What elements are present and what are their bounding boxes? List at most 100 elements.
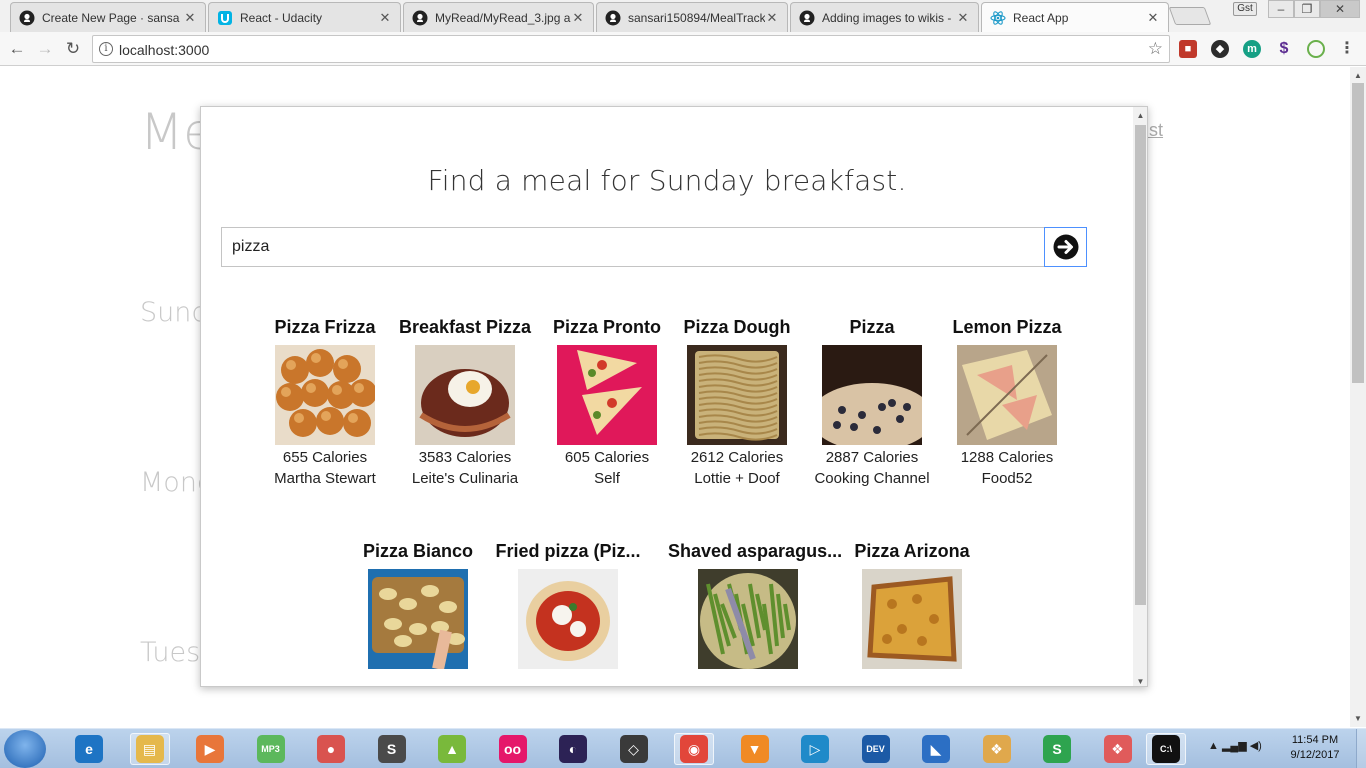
show-desktop-button[interactable] (1356, 729, 1366, 768)
meal-source: Food52 (981, 470, 1033, 487)
meal-source: Martha Stewart (274, 470, 376, 487)
meal-image[interactable] (518, 569, 618, 669)
page-scrollbar[interactable]: ▲ ▼ (1350, 67, 1366, 727)
mp3-app-icon[interactable]: MP3 (251, 733, 291, 765)
github-icon (19, 10, 35, 26)
browser-tab[interactable]: React App ✕ (981, 2, 1169, 32)
meal-name: Shaved asparagus... (668, 541, 843, 561)
video-app-icon[interactable]: ▷ (795, 733, 835, 765)
modal-scroll-down-icon[interactable]: ▼ (1133, 677, 1147, 686)
file-explorer-icon[interactable]: ▤ (129, 733, 170, 765)
scroll-down-icon[interactable]: ▼ (1350, 714, 1366, 723)
meal-result-card[interactable]: Shaved asparagus... (668, 539, 843, 671)
start-button[interactable] (4, 730, 46, 768)
meal-name: Pizza Bianco (362, 541, 474, 561)
close-tab-icon[interactable]: ✕ (183, 10, 197, 26)
clock-date: 9/12/2017 (1290, 749, 1340, 761)
extension-m-icon[interactable]: m (1243, 40, 1261, 58)
meal-result-card[interactable]: Fried pizza (Piz... (488, 539, 648, 671)
vlc-icon[interactable]: ▼ (735, 733, 775, 765)
search-results: Pizza Frizza 655 Calories Martha Stewart Br… (201, 107, 1133, 686)
browser-tab[interactable]: React - Udacity ✕ (208, 2, 401, 32)
close-tab-icon[interactable]: ✕ (956, 10, 970, 26)
extension-icon[interactable]: ■ (1179, 40, 1197, 58)
meal-image[interactable] (822, 345, 922, 445)
meal-name: Pizza Frizza (274, 317, 376, 337)
scroll-up-icon[interactable]: ▲ (1350, 71, 1366, 80)
android-studio-icon[interactable]: ▲ (432, 733, 472, 765)
reload-icon[interactable]: ↻ (62, 38, 84, 60)
visual-studio-icon[interactable]: ◣ (916, 733, 956, 765)
meal-result-card[interactable]: Pizza Bianco (338, 539, 498, 671)
address-bar[interactable]: i localhost:3000 ☆ (92, 35, 1170, 63)
page-scroll-thumb[interactable] (1352, 83, 1364, 383)
github-icon (605, 10, 621, 26)
meal-search-modal: Find a meal for Sunday breakfast. Pizza … (200, 106, 1148, 687)
tab-title: sansari150894/MealTrack (628, 10, 765, 25)
camera-app-icon[interactable]: ● (311, 733, 351, 765)
meal-image[interactable] (957, 345, 1057, 445)
eclipse-icon[interactable]: ◐ (553, 733, 593, 765)
meal-calories: 655 Calories (282, 449, 368, 466)
browser-tabstrip: Create New Page · sansa ✕ React - Udacity ✕… (0, 0, 1366, 32)
meal-result-card[interactable]: Lemon Pizza 1288 Calories Food52 (927, 315, 1087, 489)
meal-image[interactable] (415, 345, 515, 445)
forward-icon[interactable]: → (34, 38, 56, 60)
dev-cpp-icon[interactable]: DEV (856, 733, 896, 765)
info-icon[interactable]: i (99, 42, 113, 56)
bookmark-star-icon[interactable]: ☆ (1148, 39, 1163, 59)
modal-scroll-thumb[interactable] (1135, 125, 1146, 605)
restore-icon[interactable]: ❐ (1294, 0, 1320, 18)
unity-icon[interactable]: ◇ (614, 733, 654, 765)
meal-name: Pizza Arizona (854, 541, 970, 561)
modal-scroll-up-icon[interactable]: ▲ (1133, 111, 1147, 120)
browser-tab[interactable]: MyRead/MyRead_3.jpg a ✕ (403, 2, 594, 32)
cmd-icon[interactable]: C:\ (1146, 733, 1186, 765)
meal-calories: 1288 Calories (960, 449, 1054, 466)
meal-image[interactable] (275, 345, 375, 445)
meal-source: Leite's Culinaria (411, 470, 519, 487)
flickr-app-icon[interactable]: oo (493, 733, 533, 765)
tab-title: Adding images to wikis - (822, 10, 952, 25)
modal-scrollbar[interactable]: ▲ ▼ (1133, 107, 1147, 686)
tab-title: React App (1013, 10, 1069, 25)
close-tab-icon[interactable]: ✕ (1146, 10, 1160, 26)
sublime-text-icon[interactable]: S (372, 733, 412, 765)
profile-button[interactable]: Gst (1233, 2, 1257, 16)
app-grid-2-icon[interactable]: ❖ (1098, 733, 1138, 765)
meal-result-card[interactable]: Pizza Frizza 655 Calories Martha Stewart (245, 315, 405, 489)
meal-image[interactable] (557, 345, 657, 445)
meal-image[interactable] (368, 569, 468, 669)
extension-s-icon[interactable]: $ (1275, 40, 1293, 58)
windows-taskbar: e ▤ ▶ MP3 ● S ▲ oo ◐ ◇ ◉ ▼ ▷ DEV ◣ ❖ S ❖ C:\ ▲ ▂▄▆ ◀) 11:5… (0, 728, 1366, 768)
extension-circle-icon[interactable] (1307, 40, 1325, 58)
url-text[interactable]: localhost:3000 (119, 42, 209, 58)
close-tab-icon[interactable]: ✕ (765, 10, 779, 26)
browser-tab[interactable]: Create New Page · sansa ✕ (10, 2, 206, 32)
meal-result-card[interactable]: Pizza Arizona (832, 539, 992, 671)
internet-explorer-icon[interactable]: e (69, 733, 109, 765)
app-grid-icon[interactable]: ❖ (977, 733, 1017, 765)
minimize-icon[interactable]: – (1268, 0, 1294, 18)
meal-calories: 3583 Calories (418, 449, 512, 466)
close-tab-icon[interactable]: ✕ (571, 10, 585, 26)
media-player-icon[interactable]: ▶ (190, 733, 230, 765)
clock[interactable]: 11:54 PM 9/12/2017 (1282, 733, 1348, 763)
tab-title: React - Udacity (240, 10, 323, 25)
wps-spreadsheets-icon[interactable]: S (1037, 733, 1077, 765)
browser-tab[interactable]: sansari150894/MealTrack ✕ (596, 2, 788, 32)
system-tray[interactable]: ▲ ▂▄▆ ◀) (1208, 739, 1262, 752)
new-tab-button[interactable] (1168, 7, 1212, 25)
day-label-tuesday: Tues (140, 637, 201, 668)
meal-image[interactable] (862, 569, 962, 669)
close-window-icon[interactable]: ✕ (1320, 0, 1360, 18)
meal-result-card[interactable]: Breakfast Pizza 3583 Calories Leite's Culi… (385, 315, 545, 489)
meal-image[interactable] (687, 345, 787, 445)
meal-image[interactable] (698, 569, 798, 669)
evernote-icon[interactable]: ◆ (1211, 40, 1229, 58)
back-icon[interactable]: ← (6, 38, 28, 60)
close-tab-icon[interactable]: ✕ (378, 10, 392, 26)
chrome-menu-icon[interactable]: ⋮ (1338, 40, 1356, 58)
browser-tab[interactable]: Adding images to wikis - ✕ (790, 2, 979, 32)
chrome-icon[interactable]: ◉ (674, 733, 714, 765)
